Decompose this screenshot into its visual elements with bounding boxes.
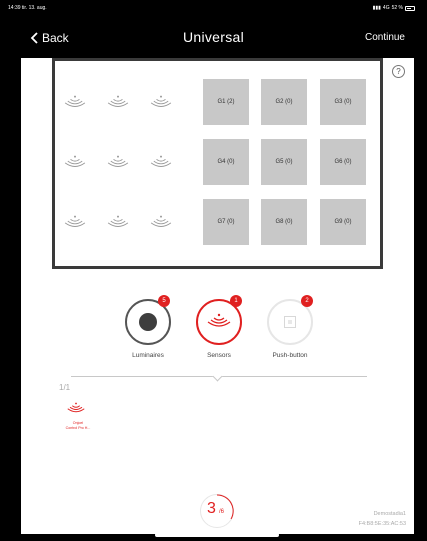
push-button-count-badge: 2 — [301, 295, 313, 307]
sensor-icon[interactable] — [150, 93, 172, 111]
sensor-icon — [67, 402, 85, 413]
group-cell-g9[interactable]: G9 (0) — [320, 199, 366, 245]
page-title: Universal — [182, 29, 245, 45]
status-indicators: ▮▮▮ 4G 52 % — [373, 5, 415, 11]
progress-indicator[interactable]: 3 /6 — [200, 494, 234, 528]
sensors-label: Sensors — [207, 352, 231, 359]
sensor-icon[interactable] — [107, 93, 129, 111]
help-icon[interactable]: ? — [392, 65, 405, 78]
device-type: Control Pro H... — [65, 426, 91, 430]
progress-total: /6 — [219, 509, 225, 515]
group-cell-g4[interactable]: G4 (0) — [203, 139, 249, 185]
battery-label: 52 % — [391, 5, 403, 11]
continue-button[interactable]: Continue — [365, 32, 405, 43]
progress-ring — [216, 494, 234, 520]
content-panel: ? G1 (2) G2 (0) G3 (0) G4 (0) G5 (0) G6 … — [21, 58, 414, 534]
signal-icon: ▮▮▮ — [372, 5, 381, 11]
sensors-count-badge: 1 — [230, 295, 242, 307]
sensor-icon[interactable] — [64, 153, 86, 171]
group-cell-g7[interactable]: G7 (0) — [203, 199, 249, 245]
device-name: Onjoel — [72, 421, 84, 425]
home-indicator — [155, 533, 279, 537]
luminaires-count-badge: 5 — [158, 295, 170, 307]
selection-pointer — [212, 371, 223, 382]
group-cell-g6[interactable]: G6 (0) — [320, 139, 366, 185]
luminaire-icon — [139, 313, 157, 331]
sensor-icon[interactable] — [64, 93, 86, 111]
group-cell-g2[interactable]: G2 (0) — [261, 79, 307, 125]
device-name-label: Demostadia1 — [373, 511, 406, 517]
group-cell-g5[interactable]: G5 (0) — [261, 139, 307, 185]
progress-current: 3 — [207, 500, 216, 517]
sensor-icon[interactable] — [150, 213, 172, 231]
group-cell-g8[interactable]: G8 (0) — [261, 199, 307, 245]
group-cell-g1[interactable]: G1 (2) — [203, 79, 249, 125]
group-cell-g3[interactable]: G3 (0) — [320, 79, 366, 125]
status-bar: 14:39 tir. 13. aug. ▮▮▮ 4G 52 % — [0, 0, 427, 14]
sensor-icon[interactable] — [64, 213, 86, 231]
push-button-icon — [284, 316, 296, 328]
sensor-icon[interactable] — [107, 153, 129, 171]
status-time: 14:39 tir. 13. aug. — [8, 5, 47, 11]
device-mac-label: F4:B8:5E:35:AC:53 — [358, 521, 406, 527]
page-indicator: 1/1 — [59, 383, 71, 392]
sensor-icon — [207, 313, 231, 327]
network-label: 4G — [382, 5, 390, 11]
navigation-bar: Back Universal Continue — [0, 14, 427, 60]
sensor-icon[interactable] — [150, 153, 172, 171]
device-info: Demostadia1 F4:B8:5E:35:AC:53 — [359, 509, 406, 529]
push-button-label: Push-button — [272, 352, 308, 359]
battery-icon — [405, 5, 415, 11]
room-layout: G1 (2) G2 (0) G3 (0) G4 (0) G5 (0) G6 (0… — [52, 58, 383, 269]
sensor-icon[interactable] — [107, 213, 129, 231]
luminaires-label: Luminaires — [132, 352, 164, 359]
